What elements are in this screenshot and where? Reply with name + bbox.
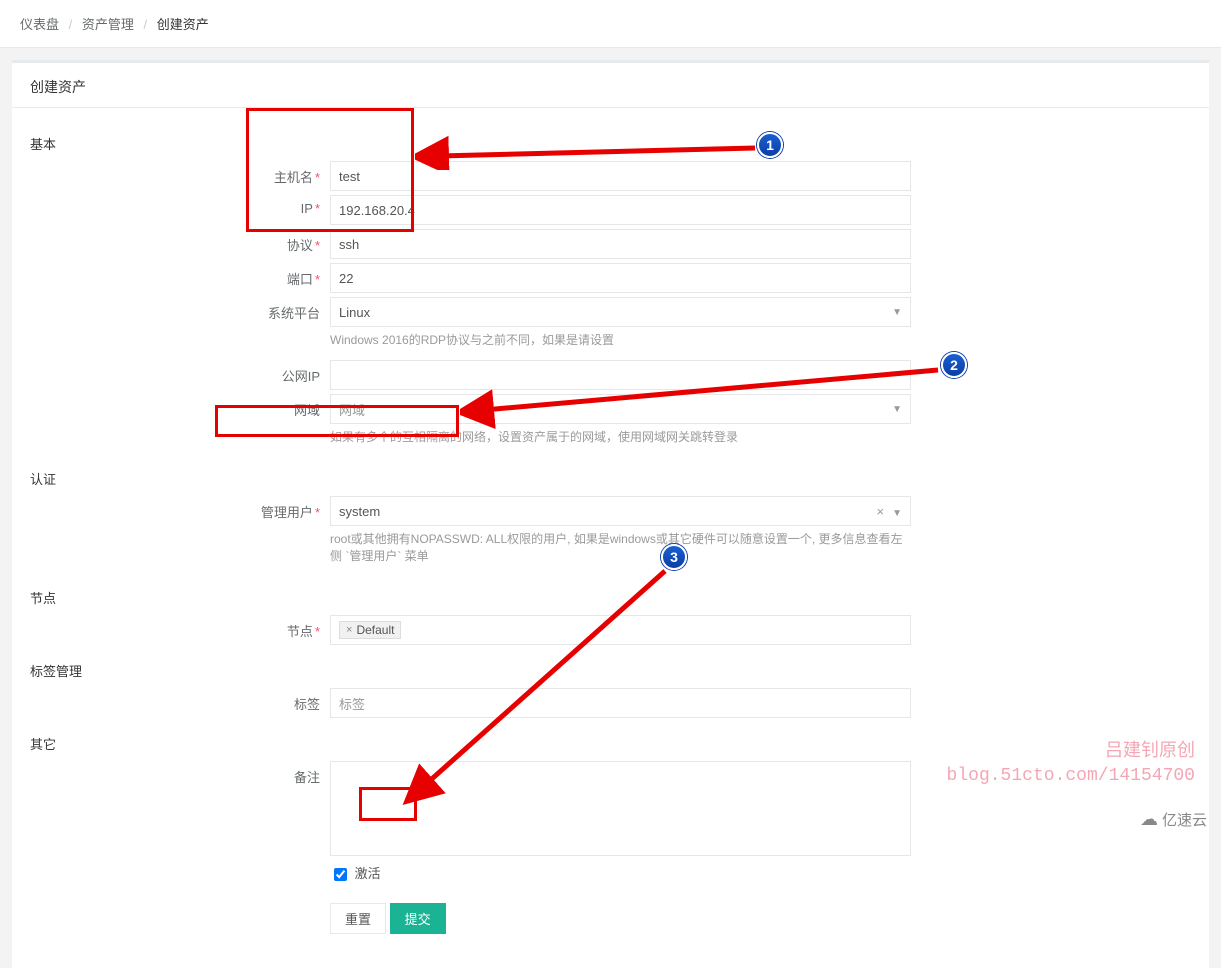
port-input[interactable] [330,263,911,293]
panel-title: 创建资产 [12,63,1209,108]
label-node: 节点 [287,624,313,639]
label-protocol: 协议 [287,238,313,253]
reset-button[interactable]: 重置 [330,903,386,934]
label-ip: IP [301,201,313,216]
platform-select[interactable]: Linux ▼ [330,297,911,327]
label-platform: 系统平台 [268,306,320,321]
domain-placeholder: 网域 [339,400,365,419]
section-tags: 标签管理 [30,649,1191,688]
crumb-dashboard[interactable]: 仪表盘 [20,17,59,32]
crumb-asset-mgmt[interactable]: 资产管理 [82,17,134,32]
hostname-input[interactable] [330,161,911,191]
tags-placeholder: 标签 [339,694,365,713]
protocol-input[interactable] [330,229,911,259]
section-basic: 基本 [30,122,1191,161]
tags-select[interactable]: 标签 [330,688,911,718]
active-checkbox-row[interactable]: 激活 [330,860,381,887]
breadcrumb: 仪表盘 / 资产管理 / 创建资产 [0,0,1221,48]
help-platform: Windows 2016的RDP协议与之前不同，如果是请设置 [330,331,911,348]
help-domain: 如果有多个的互相隔离的网络，设置资产属于的网域，使用网域网关跳转登录 [330,428,911,445]
domain-select[interactable]: 网域 ▼ [330,394,911,424]
label-tags: 标签 [294,697,320,712]
label-hostname: 主机名 [274,170,313,185]
submit-button[interactable]: 提交 [390,903,446,934]
crumb-sep: / [69,17,73,32]
chevron-down-icon: ▼ [892,307,902,318]
active-label: 激活 [355,866,381,881]
admin-user-select[interactable]: system × ▼ [330,496,911,526]
label-domain: 网域 [294,403,320,418]
node-select[interactable]: × Default [330,615,911,645]
label-admin-user: 管理用户 [261,505,313,520]
label-public-ip: 公网IP [282,369,320,384]
create-asset-panel: 创建资产 基本 主机名* IP* 协议* 端口* 系统平台 Linux ▼ [12,60,1209,968]
section-other: 其它 [30,722,1191,761]
active-checkbox[interactable] [334,868,347,881]
close-icon[interactable]: × [346,624,352,636]
clear-icon[interactable]: × [877,504,885,519]
chevron-down-icon: ▼ [892,508,902,519]
section-node: 节点 [30,576,1191,615]
label-notes: 备注 [294,770,320,785]
crumb-create-asset: 创建资产 [157,17,209,32]
label-port: 端口 [287,272,313,287]
platform-selected: Linux [339,305,370,320]
notes-textarea[interactable] [330,761,911,856]
node-tag-label: Default [356,623,394,637]
crumb-sep: / [144,17,148,32]
chevron-down-icon: ▼ [892,404,902,415]
public-ip-input[interactable] [330,360,911,390]
admin-user-selected: system [339,504,380,519]
node-tag-default[interactable]: × Default [339,621,401,639]
ip-input[interactable] [330,195,911,225]
help-admin-user: root或其他拥有NOPASSWD: ALL权限的用户, 如果是windows或… [330,530,911,564]
section-auth: 认证 [30,457,1191,496]
